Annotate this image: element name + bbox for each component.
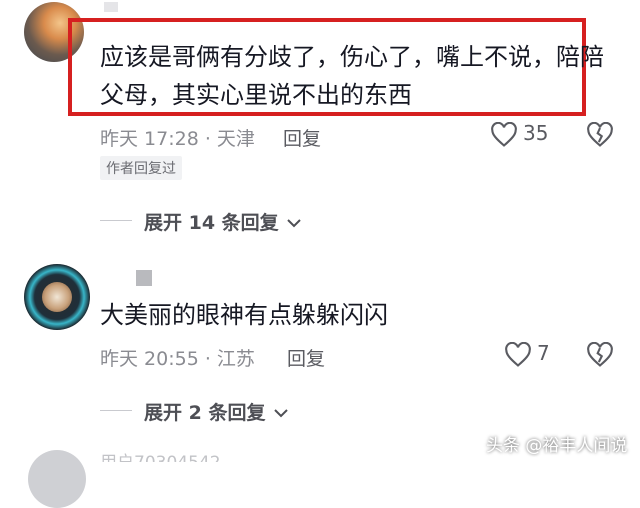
avatar[interactable]: [28, 450, 86, 508]
comment-text-line2: 父母，其实心里说不出的东西: [100, 81, 412, 109]
chevron-down-icon: [273, 409, 288, 418]
expand-replies-button[interactable]: 展开 2 条回复: [144, 398, 289, 425]
comment-text: 大美丽的眼神有点躲躲闪闪: [100, 301, 388, 329]
expand-replies-label: 展开 2 条回复: [144, 402, 266, 424]
author-replied-badge: 作者回复过: [100, 156, 182, 180]
heart-icon: [505, 342, 531, 367]
expand-replies-button[interactable]: 展开 14 条回复: [144, 208, 302, 235]
like-count: 35: [523, 121, 549, 145]
expand-replies-label: 展开 14 条回复: [144, 212, 279, 234]
heart-icon: [491, 122, 517, 147]
expand-divider: [100, 220, 132, 221]
chevron-down-icon: [287, 219, 301, 228]
username-placeholder: [136, 270, 152, 286]
dislike-icon[interactable]: [586, 342, 614, 368]
reply-button[interactable]: 回复: [287, 344, 325, 371]
avatar[interactable]: [24, 264, 90, 330]
dislike-icon[interactable]: [586, 122, 614, 148]
reply-button[interactable]: 回复: [283, 124, 321, 151]
comment-text-line1: 应该是哥俩有分歧了，伤心了，嘴上不说，陪陪: [100, 43, 604, 71]
like-button[interactable]: 35: [490, 120, 570, 150]
like-button[interactable]: 7: [504, 340, 564, 370]
comment-meta: 昨天 17:28 · 天津: [100, 128, 255, 150]
username-placeholder: [104, 2, 118, 12]
like-count: 7: [537, 341, 550, 365]
comment-meta: 昨天 20:55 · 江苏: [100, 348, 255, 370]
expand-divider: [100, 410, 132, 411]
next-username: 用户70304542: [100, 452, 221, 462]
watermark: 头条 @裕丰人间说: [486, 436, 628, 456]
coffee-icon: [42, 282, 72, 312]
